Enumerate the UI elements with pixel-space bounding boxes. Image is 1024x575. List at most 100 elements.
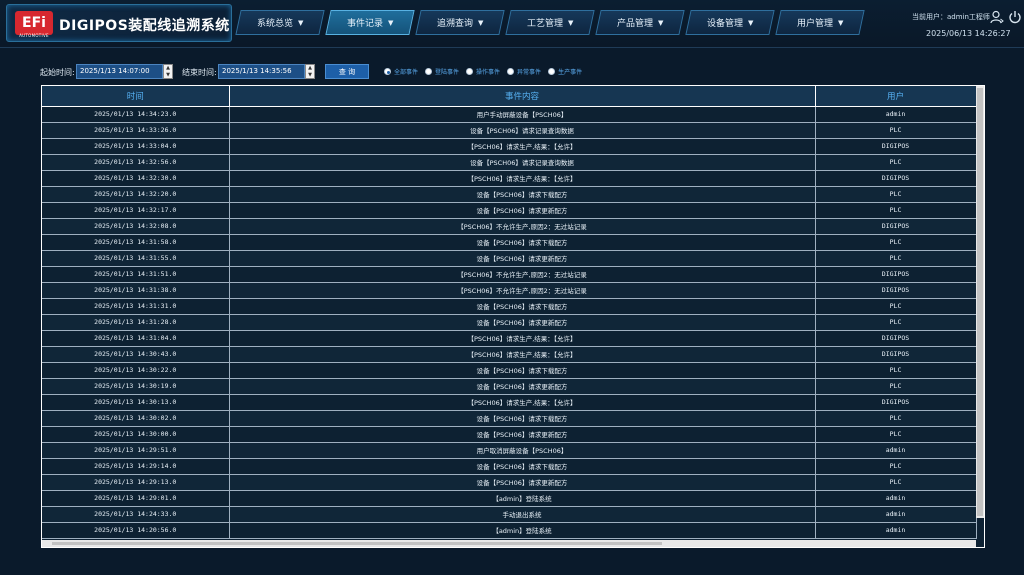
table-row[interactable]: 2025/01/13 14:29:51.0 用户取消屏蔽设备【PSCH06】 adm… [42,442,977,459]
table-row[interactable]: 2025/01/13 14:32:20.0 设备【PSCH06】请求下载配方 PLC [42,186,977,203]
table-row[interactable]: 2025/01/13 14:31:31.0 设备【PSCH06】请求下载配方 PLC [42,298,977,315]
cell-user: admin [815,490,977,507]
nav-user-management[interactable]: 用户管理 ▼ [775,10,865,35]
app-header: EFi AUTOMOTIVE DIGIPOS装配线追溯系统 系统总览 ▼ 事件记录… [0,0,1024,48]
start-time-input[interactable]: 2025/1/13 14:07:00 [76,64,163,79]
horizontal-scroll-thumb[interactable] [52,542,662,545]
arrow-down-icon[interactable]: ▼ [166,72,170,78]
table-row[interactable]: 2025/01/13 14:31:04.0 【PSCH06】请求生产,结果：【允许… [42,330,977,347]
table-row[interactable]: 2025/01/13 14:30:22.0 设备【PSCH06】请求下载配方 PLC [42,362,977,379]
table-row[interactable]: 2025/01/13 14:30:19.0 设备【PSCH06】请求更新配方 PLC [42,378,977,395]
cell-time: 2025/01/13 14:32:20.0 [42,186,230,203]
cell-user: DIGIPOS [815,394,977,411]
cell-time: 2025/01/13 14:34:23.0 [42,106,230,123]
table-row[interactable]: 2025/01/13 14:30:02.0 设备【PSCH06】请求下载配方 PLC [42,410,977,427]
cell-user: PLC [815,186,977,203]
cell-time: 2025/01/13 14:32:17.0 [42,202,230,219]
table-row[interactable]: 2025/01/13 14:33:26.0 设备【PSCH06】请求记录查询数据 P… [42,122,977,139]
nav-process-management[interactable]: 工艺管理 ▼ [505,10,595,35]
end-time-input[interactable]: 2025/1/13 14:35:56 [218,64,305,79]
end-time-spinner[interactable]: ▲ ▼ [305,64,315,79]
table-row[interactable]: 2025/01/13 14:32:56.0 设备【PSCH06】请求记录查询数据 P… [42,154,977,171]
vertical-scrollbar[interactable] [976,86,984,518]
cell-event-content: 用户取消屏蔽设备【PSCH06】 [229,442,816,459]
nav-device-management[interactable]: 设备管理 ▼ [685,10,775,35]
column-header-user[interactable]: 用户 [815,86,977,107]
table-row[interactable]: 2025/01/13 14:33:04.0 【PSCH06】请求生产,结果：【允许… [42,138,977,155]
cell-time: 2025/01/13 14:30:00.0 [42,426,230,443]
cell-event-content: 【PSCH06】请求生产,结果：【允许】 [229,394,816,411]
current-user: 当前用户：admin工程师 [912,13,990,21]
current-datetime: 2025/06/13 14:26:27 [926,29,1011,38]
cell-event-content: 【admin】登陆系统 [229,522,816,539]
table-row[interactable]: 2025/01/13 14:32:17.0 设备【PSCH06】请求更新配方 PLC [42,202,977,219]
cell-user: admin [815,442,977,459]
radio-operation-events[interactable]: 操作事件 [466,67,500,76]
nav-label: 事件记录 [346,19,383,29]
end-time-label: 结束时间: [182,68,217,77]
filter-bar: 起始时间: 2025/1/13 14:07:00 ▲ ▼ 结束时间: 2025/1… [40,64,640,80]
radio-label: 登陆事件 [435,69,460,76]
nav-product-management[interactable]: 产品管理 ▼ [595,10,685,35]
radio-label: 生产事件 [558,69,583,76]
cell-event-content: 【PSCH06】不允许生产,原因2：无过站记录 [229,266,816,283]
table-row[interactable]: 2025/01/13 14:32:30.0 【PSCH06】请求生产,结果：【允许… [42,170,977,187]
radio-dot-icon [548,68,556,75]
column-header-content[interactable]: 事件内容 [229,86,816,107]
logo-panel: EFi AUTOMOTIVE DIGIPOS装配线追溯系统 [6,4,232,42]
cell-event-content: 设备【PSCH06】请求更新配方 [229,250,816,267]
table-body: 2025/01/13 14:34:23.0 用户手动屏蔽设备【PSCH06】 adm… [42,106,977,539]
cell-time: 2025/01/13 14:30:22.0 [42,362,230,379]
start-time-spinner[interactable]: ▲ ▼ [163,64,173,79]
table-row[interactable]: 2025/01/13 14:30:43.0 【PSCH06】请求生产,结果：【允许… [42,346,977,363]
arrow-up-icon[interactable]: ▲ [166,65,170,71]
vertical-scroll-thumb[interactable] [977,88,983,516]
table-row[interactable]: 2025/01/13 14:29:01.0 【admin】登陆系统 admin [42,490,977,507]
nav-trace-query[interactable]: 追溯查询 ▼ [415,10,505,35]
arrow-down-icon[interactable]: ▼ [308,72,312,78]
table-row[interactable]: 2025/01/13 14:31:58.0 设备【PSCH06】请求下载配方 PLC [42,234,977,251]
cell-user: PLC [815,410,977,427]
cell-event-content: 【PSCH06】不允许生产,原因2：无过站记录 [229,282,816,299]
table-row[interactable]: 2025/01/13 14:24:33.0 手动退出系统 admin [42,506,977,523]
table-row[interactable]: 2025/01/13 14:31:28.0 设备【PSCH06】请求更新配方 PLC [42,314,977,331]
caret-down-icon: ▼ [747,18,754,27]
table-row[interactable]: 2025/01/13 14:20:56.0 【admin】登陆系统 admin [42,522,977,539]
cell-event-content: 手动退出系统 [229,506,816,523]
cell-user: DIGIPOS [815,138,977,155]
cell-time: 2025/01/13 14:31:31.0 [42,298,230,315]
nav-event-records[interactable]: 事件记录 ▼ [325,10,415,35]
table-row[interactable]: 2025/01/13 14:34:23.0 用户手动屏蔽设备【PSCH06】 adm… [42,106,977,123]
radio-login-events[interactable]: 登陆事件 [425,67,459,76]
table-row[interactable]: 2025/01/13 14:30:13.0 【PSCH06】请求生产,结果：【允许… [42,394,977,411]
table-row[interactable]: 2025/01/13 14:31:38.0 【PSCH06】不允许生产,原因2：无… [42,282,977,299]
horizontal-scrollbar[interactable] [42,540,976,547]
cell-user: PLC [815,250,977,267]
table-row[interactable]: 2025/01/13 14:31:51.0 【PSCH06】不允许生产,原因2：无… [42,266,977,283]
radio-production-events[interactable]: 生产事件 [548,67,582,76]
radio-exception-events[interactable]: 异常事件 [507,67,541,76]
column-header-time[interactable]: 时间 [42,86,230,107]
user-switch-icon[interactable] [990,10,1004,24]
cell-user: PLC [815,298,977,315]
table-row[interactable]: 2025/01/13 14:29:13.0 设备【PSCH06】请求更新配方 PLC [42,474,977,491]
table-row[interactable]: 2025/01/13 14:32:08.0 【PSCH06】不允许生产,原因2：无… [42,218,977,235]
arrow-up-icon[interactable]: ▲ [308,65,312,71]
cell-user: PLC [815,202,977,219]
table-row[interactable]: 2025/01/13 14:29:14.0 设备【PSCH06】请求下载配方 PLC [42,458,977,475]
radio-label: 异常事件 [517,69,542,76]
query-button[interactable]: 查 询 [325,64,369,79]
cell-event-content: 设备【PSCH06】请求更新配方 [229,474,816,491]
cell-time: 2025/01/13 14:29:01.0 [42,490,230,507]
table-row[interactable]: 2025/01/13 14:31:55.0 设备【PSCH06】请求更新配方 PLC [42,250,977,267]
efi-logo: EFi [15,11,53,35]
radio-all-events[interactable]: 全部事件 [384,67,418,76]
nav-system-overview[interactable]: 系统总览 ▼ [235,10,325,35]
table-row[interactable]: 2025/01/13 14:30:00.0 设备【PSCH06】请求更新配方 PLC [42,426,977,443]
cell-event-content: 设备【PSCH06】请求记录查询数据 [229,154,816,171]
cell-event-content: 【PSCH06】请求生产,结果：【允许】 [229,330,816,347]
cell-event-content: 【PSCH06】请求生产,结果：【允许】 [229,346,816,363]
power-icon[interactable] [1008,10,1022,24]
cell-event-content: 【PSCH06】不允许生产,原因2：无过站记录 [229,218,816,235]
cell-user: admin [815,506,977,523]
